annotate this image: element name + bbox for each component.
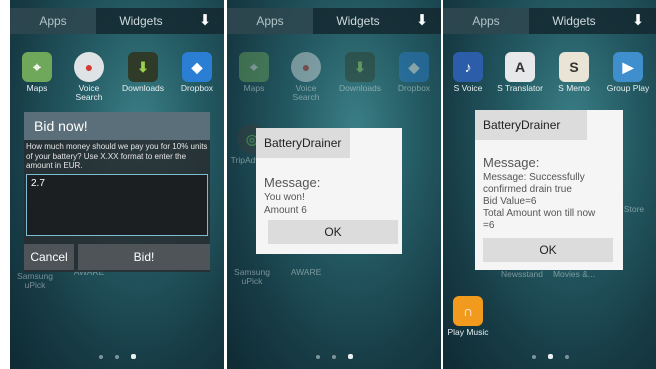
phone-screen-1: Apps Widgets ⬇ ⌖ Maps ● Voice Search ⬇ D… [10, 0, 224, 369]
message-dialog: BatteryDrainer Message: You won! Amount … [256, 128, 402, 254]
dialog-heading: Message: [264, 175, 321, 190]
app-play-music[interactable]: ∩ Play Music [443, 296, 493, 337]
app-samsung-upick[interactable]: Samsung uPick [10, 272, 60, 290]
app-group-play[interactable]: ▶ Group Play [603, 52, 653, 93]
app-dropbox[interactable]: ◆ Dropbox [389, 52, 439, 93]
tab-widgets[interactable]: Widgets [313, 8, 403, 34]
app-voice-search[interactable]: ● Voice Search [281, 52, 331, 102]
dialog-title: BatteryDrainer [256, 128, 350, 158]
dropbox-icon: ◆ [399, 52, 429, 82]
bid-dialog-title: Bid now! [24, 112, 210, 140]
app-voice-search[interactable]: ● Voice Search [64, 52, 114, 102]
download-icon[interactable]: ⬇ [625, 8, 651, 34]
dialog-line: Amount 6 [264, 205, 307, 216]
page-dot-active [547, 354, 553, 359]
dropbox-icon: ◆ [182, 52, 212, 82]
app-s-translator[interactable]: A S Translator [495, 52, 545, 93]
download-icon[interactable]: ⬇ [409, 8, 435, 34]
page-dot [315, 355, 320, 359]
page-dot [331, 355, 336, 359]
page-dot [531, 355, 536, 359]
app-movies[interactable]: Movies &... [549, 270, 599, 279]
app-s-memo[interactable]: S S Memo [549, 52, 599, 93]
maps-icon: ⌖ [239, 52, 269, 82]
dialog-title: BatteryDrainer [475, 110, 587, 140]
page-indicator [227, 354, 441, 359]
page-dot [114, 355, 119, 359]
bid-dialog-message: How much money should we pay you for 10%… [26, 142, 208, 170]
page-dot [564, 355, 569, 359]
app-drawer-tabs: Apps Widgets ⬇ [10, 8, 224, 34]
downloads-icon: ⬇ [128, 52, 158, 82]
bid-dialog: How much money should we pay you for 10%… [24, 140, 210, 272]
app-downloads[interactable]: ⬇ Downloads [335, 52, 385, 93]
download-icon[interactable]: ⬇ [192, 8, 218, 34]
tab-widgets[interactable]: Widgets [529, 8, 619, 34]
phone-screen-2: Apps Widgets ⬇ ⌖ Maps ● Voice Search ⬇ D… [227, 0, 441, 369]
tab-apps[interactable]: Apps [10, 8, 96, 34]
microphone-icon: ● [74, 52, 104, 82]
dialog-heading: Message: [483, 155, 540, 170]
page-indicator [10, 354, 224, 359]
group-play-icon: ▶ [613, 52, 643, 82]
translator-icon: A [505, 52, 535, 82]
bid-button[interactable]: Bid! [78, 244, 210, 270]
ok-button[interactable]: OK [268, 220, 398, 244]
page-dot-active [130, 354, 136, 359]
dialog-line: confirmed drain true [483, 184, 572, 195]
app-maps[interactable]: ⌖ Maps [12, 52, 62, 93]
app-maps[interactable]: ⌖ Maps [229, 52, 279, 93]
memo-icon: S [559, 52, 589, 82]
tab-widgets[interactable]: Widgets [96, 8, 186, 34]
phone-screen-3: Apps Widgets ⬇ ♪ S Voice A S Translator … [443, 0, 656, 369]
tab-apps[interactable]: Apps [443, 8, 529, 34]
app-drawer-tabs: Apps Widgets ⬇ [227, 8, 441, 34]
downloads-icon: ⬇ [345, 52, 375, 82]
app-downloads[interactable]: ⬇ Downloads [118, 52, 168, 93]
message-dialog: BatteryDrainer Message: Message: Success… [475, 110, 623, 270]
page-dot-active [347, 354, 353, 359]
app-drawer-tabs: Apps Widgets ⬇ [443, 8, 656, 34]
maps-icon: ⌖ [22, 52, 52, 82]
dialog-line: Bid Value=6 [483, 196, 537, 207]
dialog-line: Total Amount won till now [483, 208, 596, 219]
page-indicator [443, 354, 656, 359]
page-dot [98, 355, 103, 359]
headphones-icon: ∩ [453, 296, 483, 326]
ok-button[interactable]: OK [483, 238, 613, 262]
dialog-line: You won! [264, 192, 305, 203]
dialog-line: Message: Successfully [483, 172, 585, 183]
microphone-icon: ● [291, 52, 321, 82]
app-dropbox[interactable]: ◆ Dropbox [172, 52, 222, 93]
tab-apps[interactable]: Apps [227, 8, 313, 34]
app-s-voice[interactable]: ♪ S Voice [443, 52, 493, 93]
app-samsung-upick[interactable]: Samsung uPick [227, 268, 277, 286]
dialog-line: =6 [483, 220, 495, 231]
app-aware[interactable]: AWARE [281, 268, 331, 277]
cancel-button[interactable]: Cancel [24, 244, 74, 270]
microphone-icon: ♪ [453, 52, 483, 82]
app-newsstand[interactable]: Newsstand [497, 270, 547, 279]
bid-amount-input[interactable]: 2.7 [26, 174, 208, 236]
